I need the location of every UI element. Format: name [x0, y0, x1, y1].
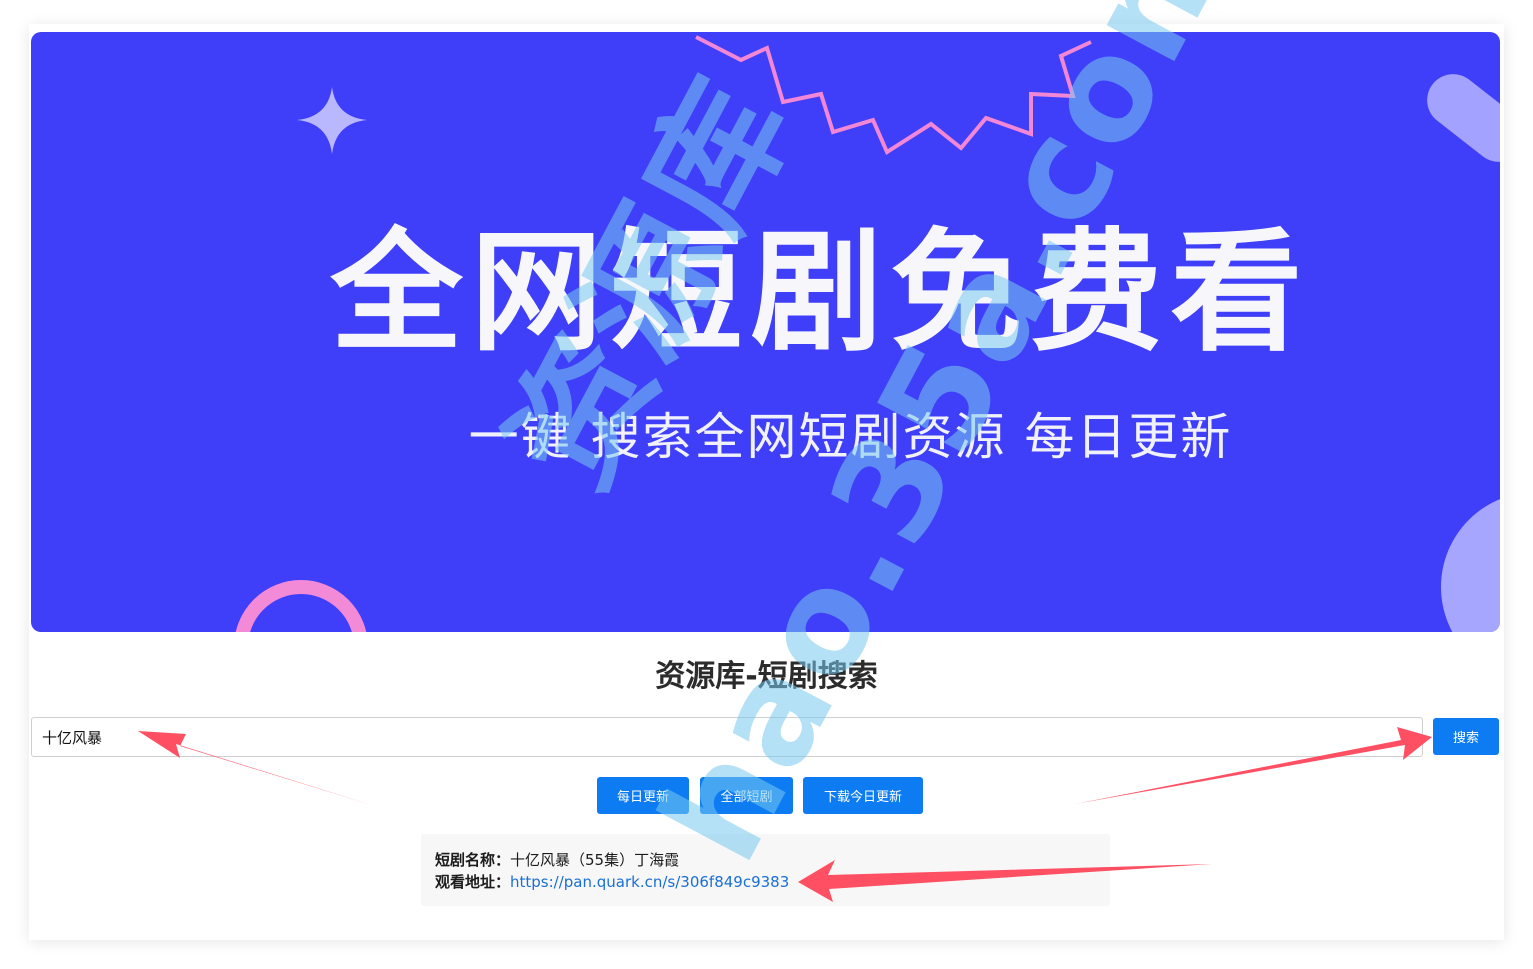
ring-shape: [235, 580, 367, 632]
sparkle-icon: [297, 87, 367, 154]
page-title: 资源库-短剧搜索: [655, 659, 878, 694]
banner-subtitle: 一键 搜索全网短剧资源 每日更新: [468, 408, 1233, 466]
hero-banner: 全网短剧免费看 一键 搜索全网短剧资源 每日更新: [31, 32, 1500, 632]
search-input[interactable]: [31, 717, 1423, 757]
zigzag-shape: [695, 35, 1092, 155]
all-dramas-button[interactable]: 全部短剧: [700, 777, 793, 814]
result-name-value: 十亿风暴（55集）丁海霞: [510, 851, 680, 869]
search-button[interactable]: 搜索: [1433, 718, 1499, 755]
daily-update-button[interactable]: 每日更新: [597, 777, 689, 814]
result-url-link[interactable]: https://pan.quark.cn/s/306f849c9383: [510, 873, 789, 891]
download-today-button[interactable]: 下载今日更新: [803, 777, 923, 814]
banner-title: 全网短剧免费看: [330, 216, 1311, 370]
result-url-row: 观看地址：https://pan.quark.cn/s/306f849c9383: [435, 871, 1110, 893]
pill-shape: [1427, 74, 1500, 162]
result-name-row: 短剧名称：十亿风暴（55集）丁海霞: [435, 849, 1110, 871]
circle-shape: [1441, 499, 1500, 632]
result-url-label: 观看地址：: [435, 873, 511, 891]
search-result: 短剧名称：十亿风暴（55集）丁海霞 观看地址：https://pan.quark…: [421, 834, 1110, 906]
result-name-label: 短剧名称：: [435, 851, 511, 869]
